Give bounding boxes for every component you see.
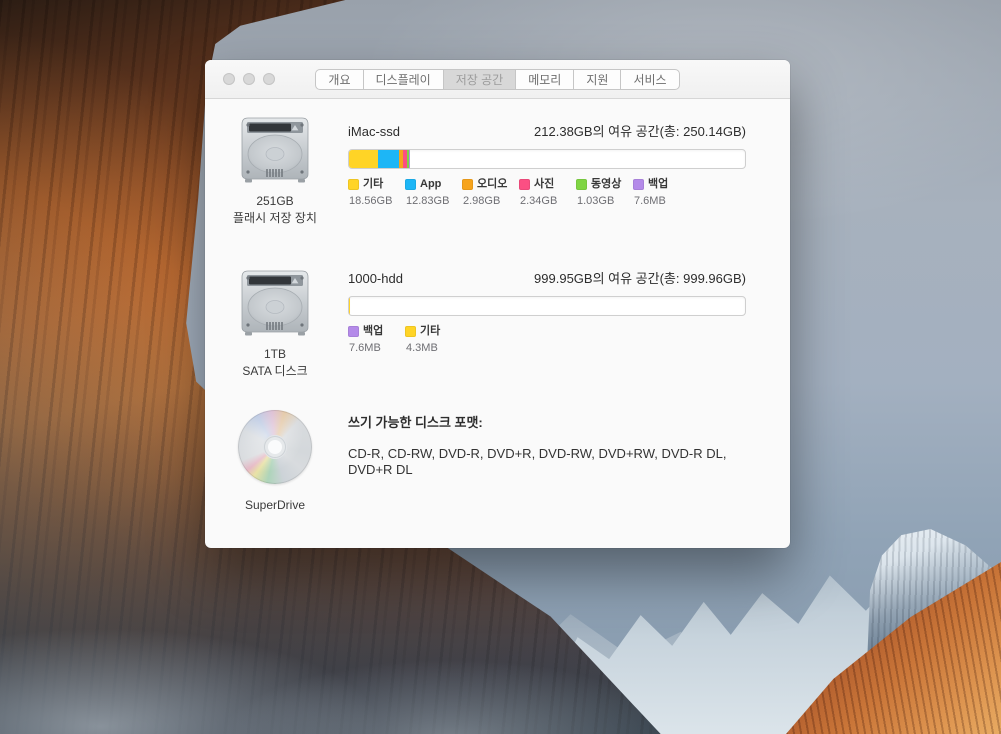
legend-size: 1.03GB	[577, 195, 633, 208]
legend-label: 기타	[420, 325, 440, 338]
legend-swatch-other	[348, 179, 359, 190]
writable-formats-title: 쓰기 가능한 디스크 포맷:	[348, 415, 746, 431]
legend-item-other: 기타 18.56GB	[348, 178, 405, 208]
about-this-mac-window: 개요 디스플레이 저장 공간 메모리 지원 서비스	[205, 60, 790, 548]
device-type: SATA 디스크	[210, 363, 340, 380]
legend-label: 기타	[363, 178, 383, 191]
disk-free-space: 212.38GB의 여유 공간(총: 250.14GB)	[534, 124, 746, 140]
zoom-button[interactable]	[263, 73, 275, 85]
legend-item-backups: 백업 7.6MB	[348, 325, 405, 355]
legend-item-backups: 백업 7.6MB	[633, 178, 690, 208]
disk-free-space: 999.95GB의 여유 공간(총: 999.96GB)	[534, 271, 746, 287]
writable-formats-list: CD-R, CD-RW, DVD-R, DVD+R, DVD-RW, DVD+R…	[348, 446, 746, 478]
legend-size: 12.83GB	[406, 195, 462, 208]
disk-name: 1000-hdd	[348, 271, 403, 287]
disk-device-ssd: 251GB 플래시 저장 장치	[210, 112, 340, 227]
legend-swatch-backups	[348, 326, 359, 337]
tab-support[interactable]: 지원	[574, 70, 621, 89]
device-label: 251GB 플래시 저장 장치	[210, 193, 340, 227]
legend-label: 백업	[363, 325, 383, 338]
device-label: SuperDrive	[210, 497, 340, 514]
storage-legend: 백업 7.6MB 기타 4.3MB	[348, 325, 746, 355]
device-size: 251GB	[210, 193, 340, 210]
disk-name: iMac-ssd	[348, 124, 400, 140]
legend-size: 7.6MB	[349, 342, 405, 355]
device-type: 플래시 저장 장치	[210, 210, 340, 227]
legend-swatch-apps	[405, 179, 416, 190]
legend-item-movies: 동영상 1.03GB	[576, 178, 633, 208]
legend-label: 동영상	[591, 178, 621, 191]
window-titlebar[interactable]: 개요 디스플레이 저장 공간 메모리 지원 서비스	[205, 60, 790, 99]
legend-size: 4.3MB	[406, 342, 462, 355]
legend-swatch-backups	[633, 179, 644, 190]
legend-size: 2.34GB	[520, 195, 576, 208]
storage-usage-bar	[348, 296, 746, 316]
storage-legend: 기타 18.56GB App 12.83GB 오디오 2.98GB 사진 2.3…	[348, 178, 746, 208]
disk-info-hdd: 1000-hdd 999.95GB의 여유 공간(총: 999.96GB) 백업…	[348, 271, 746, 355]
legend-swatch-audio	[462, 179, 473, 190]
hard-drive-icon	[238, 112, 312, 186]
hard-drive-icon	[238, 265, 312, 339]
tab-service[interactable]: 서비스	[621, 70, 678, 89]
tab-displays[interactable]: 디스플레이	[364, 70, 444, 89]
minimize-button[interactable]	[243, 73, 255, 85]
superdrive-info: 쓰기 가능한 디스크 포맷: CD-R, CD-RW, DVD-R, DVD+R…	[348, 415, 746, 478]
legend-swatch-other	[405, 326, 416, 337]
bar-segment-apps	[378, 150, 398, 168]
legend-label: 백업	[648, 178, 668, 191]
legend-label: 오디오	[477, 178, 507, 191]
tab-memory[interactable]: 메모리	[516, 70, 574, 89]
device-size: 1TB	[210, 346, 340, 363]
tab-overview[interactable]: 개요	[316, 70, 363, 89]
legend-label: App	[420, 178, 441, 191]
legend-size: 7.6MB	[634, 195, 690, 208]
storage-usage-bar	[348, 149, 746, 169]
legend-swatch-photos	[519, 179, 530, 190]
disk-info-ssd: iMac-ssd 212.38GB의 여유 공간(총: 250.14GB) 기타…	[348, 124, 746, 208]
optical-disc-icon	[238, 410, 312, 484]
disk-device-hdd: 1TB SATA 디스크	[210, 265, 340, 380]
storage-pane: 251GB 플래시 저장 장치 iMac-ssd 212.38GB의 여유 공간…	[205, 98, 790, 548]
device-label: 1TB SATA 디스크	[210, 346, 340, 380]
legend-item-apps: App 12.83GB	[405, 178, 462, 208]
device-name: SuperDrive	[210, 497, 340, 514]
close-button[interactable]	[223, 73, 235, 85]
legend-item-other: 기타 4.3MB	[405, 325, 462, 355]
legend-size: 18.56GB	[349, 195, 405, 208]
toolbar-tabs: 개요 디스플레이 저장 공간 메모리 지원 서비스	[315, 69, 679, 90]
tab-storage[interactable]: 저장 공간	[444, 70, 517, 89]
legend-item-audio: 오디오 2.98GB	[462, 178, 519, 208]
bar-segment-other	[349, 150, 378, 168]
legend-item-photos: 사진 2.34GB	[519, 178, 576, 208]
legend-label: 사진	[534, 178, 554, 191]
legend-size: 2.98GB	[463, 195, 519, 208]
traffic-lights	[223, 60, 275, 98]
legend-swatch-movies	[576, 179, 587, 190]
superdrive-device: SuperDrive	[210, 410, 340, 514]
